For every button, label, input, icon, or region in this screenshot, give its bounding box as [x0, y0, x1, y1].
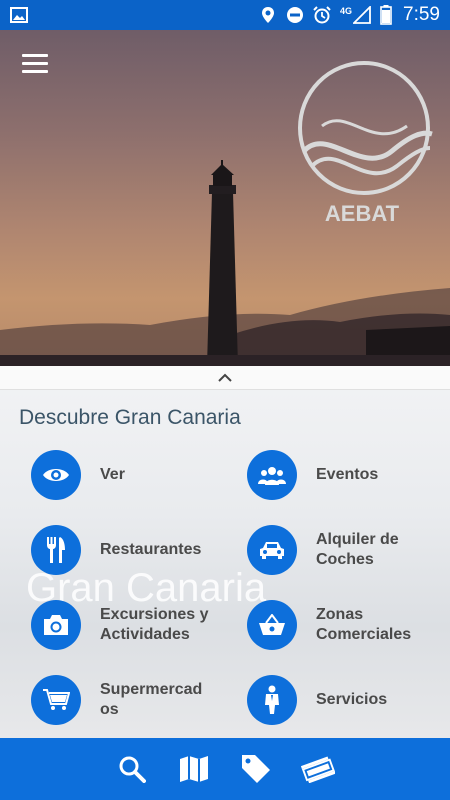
panel-collapse-handle[interactable] [0, 366, 450, 390]
hero-banner: AEBAT [0, 30, 450, 366]
category-alquiler-coches[interactable]: Alquiler de Coches [247, 525, 436, 575]
category-supermercados[interactable]: Supermercad os [31, 675, 220, 725]
aebat-logo: AEBAT [298, 61, 433, 226]
category-restaurantes[interactable]: Restaurantes [31, 525, 220, 575]
search-icon [119, 756, 146, 783]
category-label: Alquiler de Coches [316, 531, 399, 568]
network-label: 4G [340, 6, 353, 16]
status-left [10, 6, 28, 24]
battery-icon [380, 5, 392, 25]
category-servicios[interactable]: Servicios [247, 675, 436, 725]
bottom-nav [0, 738, 450, 800]
category-label: Restaurantes [100, 541, 202, 558]
hamburger-line [22, 54, 48, 57]
image-icon [10, 7, 28, 23]
category-ver[interactable]: Ver [31, 450, 220, 500]
car-icon [247, 525, 297, 575]
categories-panel: Descubre Gran Canaria Gran Canaria Ver E… [0, 366, 450, 738]
do-not-disturb-icon [287, 7, 303, 23]
category-excursiones[interactable]: Excursiones y Actividades [31, 600, 220, 650]
map-button[interactable] [177, 752, 211, 786]
camera-icon [31, 600, 81, 650]
signal-icon [353, 6, 371, 24]
category-label: Servicios [316, 691, 388, 708]
category-zonas-comerciales[interactable]: Zonas Comerciales [247, 600, 436, 650]
tag-button[interactable] [239, 752, 273, 786]
status-bar: 4G 7:59 [0, 0, 450, 30]
person-icon [247, 675, 297, 725]
menu-button[interactable] [22, 54, 48, 76]
basket-icon [247, 600, 297, 650]
clock: 7:59 [403, 4, 440, 25]
category-label: Eventos [316, 466, 379, 483]
section-title: Descubre Gran Canaria [19, 406, 241, 429]
cart-icon [31, 675, 81, 725]
hamburger-line [22, 62, 48, 65]
alarm-icon [313, 6, 331, 24]
eye-icon [31, 450, 81, 500]
chevron-up-icon [218, 373, 232, 382]
category-label: Excursiones y Actividades [100, 606, 209, 643]
map-icon [180, 756, 208, 782]
category-label: Zonas Comerciales [316, 606, 412, 643]
signal-group: 4G [340, 6, 371, 24]
money-button[interactable] [301, 752, 335, 786]
money-icon [301, 756, 335, 783]
tag-icon [242, 755, 270, 783]
hamburger-line [22, 70, 48, 73]
category-label: Supermercad os [100, 681, 203, 718]
search-button[interactable] [115, 752, 149, 786]
logo-text: AEBAT [325, 201, 400, 226]
status-right: 4G 7:59 [259, 4, 440, 26]
category-label: Ver [100, 466, 125, 483]
fork-knife-icon [31, 525, 81, 575]
group-icon [247, 450, 297, 500]
location-icon [262, 7, 274, 23]
category-eventos[interactable]: Eventos [247, 450, 436, 500]
